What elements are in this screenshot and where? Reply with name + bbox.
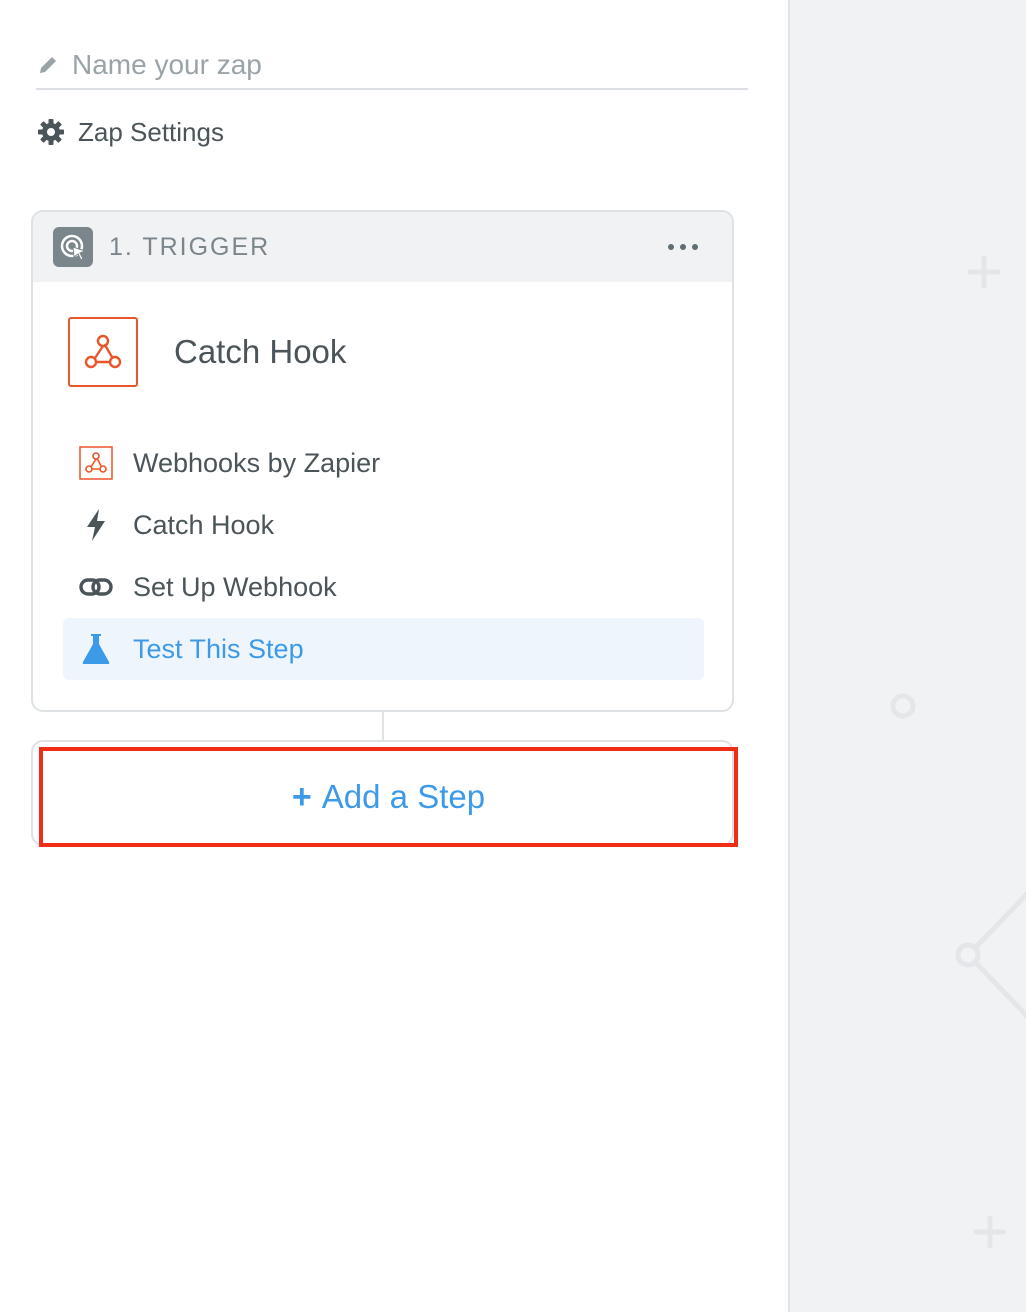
background-decoration xyxy=(890,255,1026,1249)
step-connector-line xyxy=(382,712,384,740)
step-choose-trigger[interactable]: Catch Hook xyxy=(63,494,704,556)
webhook-icon xyxy=(68,317,138,387)
link-icon xyxy=(79,570,113,604)
step-label: Webhooks by Zapier xyxy=(133,447,381,478)
more-options-icon[interactable] xyxy=(668,234,698,260)
add-step-button[interactable]: + Add a Step xyxy=(39,747,738,847)
trigger-card: 1. TRIGGER Catch Hook Webhooks by Zapier… xyxy=(31,210,734,712)
step-test-this-step[interactable]: Test This Step xyxy=(63,618,704,680)
plus-icon: + xyxy=(291,778,312,816)
step-set-up-webhook[interactable]: Set Up Webhook xyxy=(63,556,704,618)
add-step-label: Add a Step xyxy=(321,778,486,815)
flask-icon xyxy=(79,632,113,666)
trigger-step-list: Webhooks by Zapier Catch Hook Set Up Web… xyxy=(63,432,704,680)
step-choose-app[interactable]: Webhooks by Zapier xyxy=(63,432,704,494)
zap-settings-link[interactable]: Zap Settings xyxy=(36,112,224,152)
lightning-icon xyxy=(79,508,113,542)
app-event-row: Catch Hook xyxy=(68,317,346,387)
zap-name-input[interactable] xyxy=(72,49,712,81)
zap-editor-panel: Zap Settings 1. TRIGGER xyxy=(0,0,788,1312)
trigger-icon xyxy=(53,227,93,267)
gear-icon xyxy=(36,117,66,147)
webhook-icon xyxy=(79,446,113,480)
pencil-icon xyxy=(36,53,60,77)
trigger-title: 1. TRIGGER xyxy=(109,232,271,261)
zap-name-field[interactable] xyxy=(36,42,748,90)
step-label: Catch Hook xyxy=(133,509,275,540)
app-event-title: Catch Hook xyxy=(174,333,347,370)
step-label: Test This Step xyxy=(133,633,304,664)
zap-settings-label: Zap Settings xyxy=(78,116,224,147)
trigger-card-header[interactable]: 1. TRIGGER xyxy=(33,212,732,282)
workflow-canvas-background xyxy=(788,0,1026,1312)
step-label: Set Up Webhook xyxy=(133,571,337,602)
